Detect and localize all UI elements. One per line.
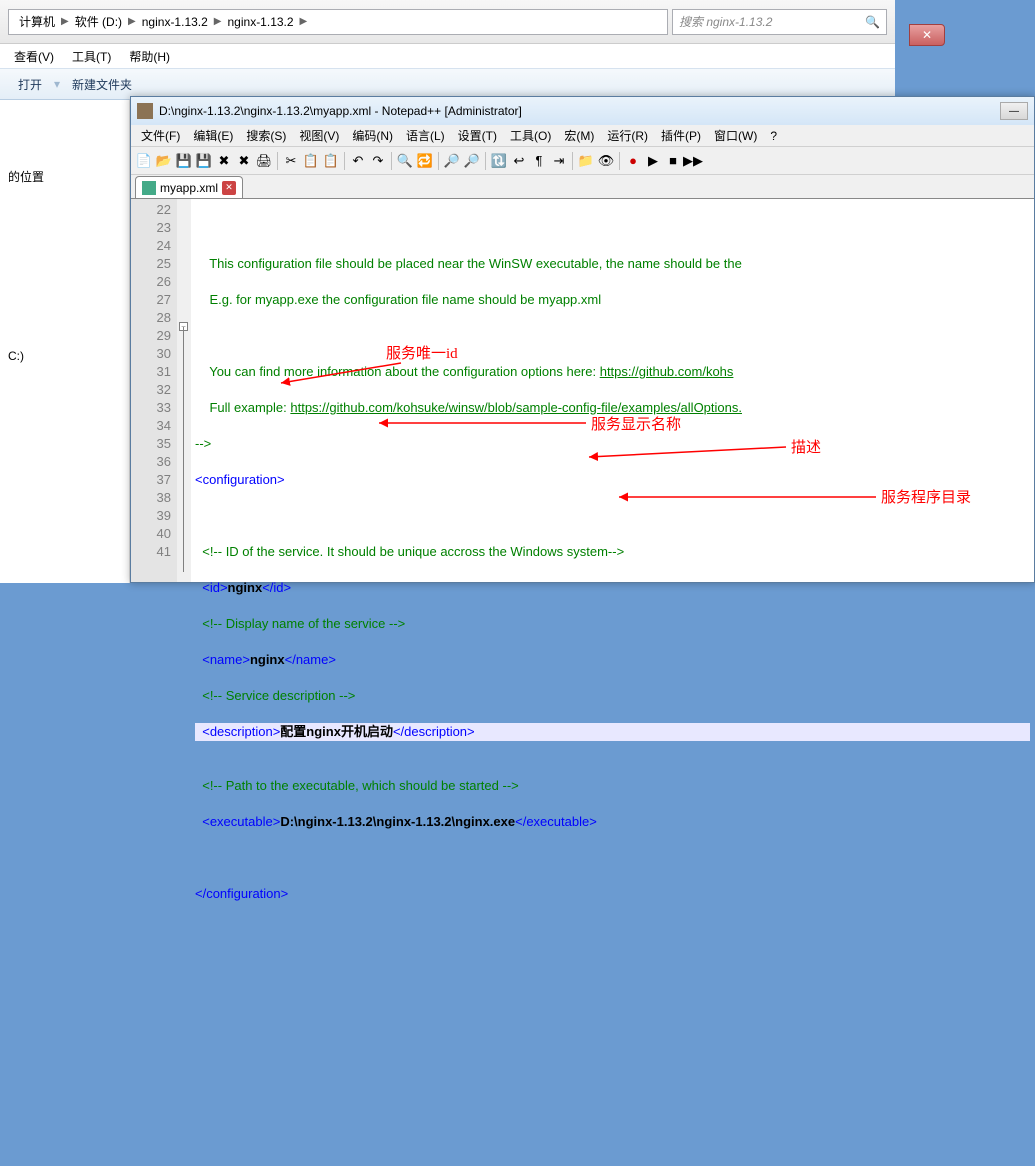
copy-icon[interactable]: 📋 bbox=[302, 152, 320, 170]
playback-icon[interactable]: ▶▶ bbox=[684, 152, 702, 170]
play-icon[interactable]: ▶ bbox=[644, 152, 662, 170]
menu-run[interactable]: 运行(R) bbox=[601, 125, 654, 146]
line-numbers: 2223242526272829303132333435363738394041 bbox=[131, 199, 177, 582]
menu-file[interactable]: 文件(F) bbox=[135, 125, 186, 146]
find-icon[interactable]: 🔍 bbox=[396, 152, 414, 170]
editor[interactable]: 2223242526272829303132333435363738394041… bbox=[131, 199, 1034, 582]
paste-icon[interactable]: 📋 bbox=[322, 152, 340, 170]
breadcrumb[interactable]: 计算机▶ 软件 (D:)▶ nginx-1.13.2▶ nginx-1.13.2… bbox=[8, 9, 668, 35]
folder-icon[interactable]: 📁 bbox=[577, 152, 595, 170]
menu-tools[interactable]: 工具(T) bbox=[64, 46, 119, 67]
menu-view[interactable]: 视图(V) bbox=[293, 125, 345, 146]
print-icon[interactable]: 🖨 bbox=[255, 152, 273, 170]
breadcrumb-item[interactable]: 计算机 bbox=[13, 13, 61, 30]
chevron-icon: ▶ bbox=[128, 16, 136, 27]
separator bbox=[619, 152, 620, 170]
tab-myapp[interactable]: myapp.xml ✕ bbox=[135, 176, 243, 198]
breadcrumb-item[interactable]: nginx-1.13.2 bbox=[222, 15, 300, 29]
menu-edit[interactable]: 编辑(E) bbox=[187, 125, 239, 146]
app-icon bbox=[137, 103, 153, 119]
search-icon[interactable]: 🔍 bbox=[865, 15, 880, 29]
close-button-fragment[interactable]: ✕ bbox=[909, 24, 945, 46]
separator bbox=[438, 152, 439, 170]
cut-icon[interactable]: ✂ bbox=[282, 152, 300, 170]
search-input[interactable]: 搜索 nginx-1.13.2 🔍 bbox=[672, 9, 887, 35]
file-icon bbox=[142, 181, 156, 195]
zoomout-icon[interactable]: 🔎 bbox=[463, 152, 481, 170]
record-icon[interactable]: ● bbox=[624, 152, 642, 170]
chevron-icon: ▶ bbox=[300, 16, 308, 27]
fold-column[interactable]: − bbox=[177, 199, 191, 582]
separator bbox=[485, 152, 486, 170]
undo-icon[interactable]: ↶ bbox=[349, 152, 367, 170]
menu-settings[interactable]: 设置(T) bbox=[452, 125, 503, 146]
annotation-name: 服务显示名称 bbox=[591, 416, 681, 434]
indent-icon[interactable]: ⇥ bbox=[550, 152, 568, 170]
notepadpp-window: D:\nginx-1.13.2\nginx-1.13.2\myapp.xml -… bbox=[130, 96, 1035, 583]
new-icon[interactable]: 📄 bbox=[135, 152, 153, 170]
menu-search[interactable]: 搜索(S) bbox=[240, 125, 292, 146]
tab-close-icon[interactable]: ✕ bbox=[222, 181, 236, 195]
menubar: 文件(F) 编辑(E) 搜索(S) 视图(V) 编码(N) 语言(L) 设置(T… bbox=[131, 125, 1034, 147]
open-icon[interactable]: 📂 bbox=[155, 152, 173, 170]
tabbar: myapp.xml ✕ bbox=[131, 175, 1034, 199]
separator: ▾ bbox=[54, 77, 60, 91]
separator bbox=[277, 152, 278, 170]
tab-label: myapp.xml bbox=[160, 181, 218, 195]
menu-language[interactable]: 语言(L) bbox=[400, 125, 451, 146]
menu-window[interactable]: 窗口(W) bbox=[708, 125, 763, 146]
redo-icon[interactable]: ↷ bbox=[369, 152, 387, 170]
menu-encoding[interactable]: 编码(N) bbox=[346, 125, 399, 146]
save-icon[interactable]: 💾 bbox=[175, 152, 193, 170]
titlebar[interactable]: D:\nginx-1.13.2\nginx-1.13.2\myapp.xml -… bbox=[131, 97, 1034, 125]
stop-icon[interactable]: ■ bbox=[664, 152, 682, 170]
chevron-icon: ▶ bbox=[214, 16, 222, 27]
window-title: D:\nginx-1.13.2\nginx-1.13.2\myapp.xml -… bbox=[159, 104, 994, 118]
breadcrumb-item[interactable]: 软件 (D:) bbox=[69, 13, 128, 30]
toolbar-open[interactable]: 打开 bbox=[8, 73, 52, 96]
menu-help[interactable]: 帮助(H) bbox=[121, 46, 178, 67]
toolbar: 📄 📂 💾 💾 ✖ ✖ 🖨 ✂ 📋 📋 ↶ ↷ 🔍 🔁 🔎 🔎 🔃 ↩ ¶ ⇥ … bbox=[131, 147, 1034, 175]
annotation-exec: 服务程序目录 bbox=[881, 489, 971, 507]
monitor-icon[interactable]: 👁 bbox=[597, 152, 615, 170]
separator bbox=[344, 152, 345, 170]
minimize-button[interactable]: — bbox=[1000, 102, 1028, 120]
menu-view[interactable]: 查看(V) bbox=[6, 46, 62, 67]
toolbar-newfolder[interactable]: 新建文件夹 bbox=[62, 73, 142, 96]
close-icon[interactable]: ✖ bbox=[215, 152, 233, 170]
saveall-icon[interactable]: 💾 bbox=[195, 152, 213, 170]
wrap-icon[interactable]: ↩ bbox=[510, 152, 528, 170]
menu-plugins[interactable]: 插件(P) bbox=[655, 125, 707, 146]
menu-tools[interactable]: 工具(O) bbox=[504, 125, 557, 146]
sync-icon[interactable]: 🔃 bbox=[490, 152, 508, 170]
separator bbox=[391, 152, 392, 170]
annotation-id: 服务唯一id bbox=[386, 345, 458, 363]
explorer-sidebar: 的位置 C:) bbox=[0, 100, 130, 583]
code-area[interactable]: This configuration file should be placed… bbox=[191, 199, 1034, 582]
explorer-menubar: 查看(V) 工具(T) 帮助(H) bbox=[0, 44, 895, 68]
zoomin-icon[interactable]: 🔎 bbox=[443, 152, 461, 170]
search-placeholder: 搜索 nginx-1.13.2 bbox=[679, 13, 772, 30]
sidebar-item[interactable]: 的位置 bbox=[6, 108, 123, 189]
closeall-icon[interactable]: ✖ bbox=[235, 152, 253, 170]
breadcrumb-item[interactable]: nginx-1.13.2 bbox=[136, 15, 214, 29]
menu-help[interactable]: ? bbox=[764, 127, 783, 145]
replace-icon[interactable]: 🔁 bbox=[416, 152, 434, 170]
sidebar-item[interactable]: C:) bbox=[6, 189, 123, 367]
separator bbox=[572, 152, 573, 170]
allchars-icon[interactable]: ¶ bbox=[530, 152, 548, 170]
chevron-icon: ▶ bbox=[61, 16, 69, 27]
explorer-header: 计算机▶ 软件 (D:)▶ nginx-1.13.2▶ nginx-1.13.2… bbox=[0, 0, 895, 44]
menu-macro[interactable]: 宏(M) bbox=[558, 125, 600, 146]
